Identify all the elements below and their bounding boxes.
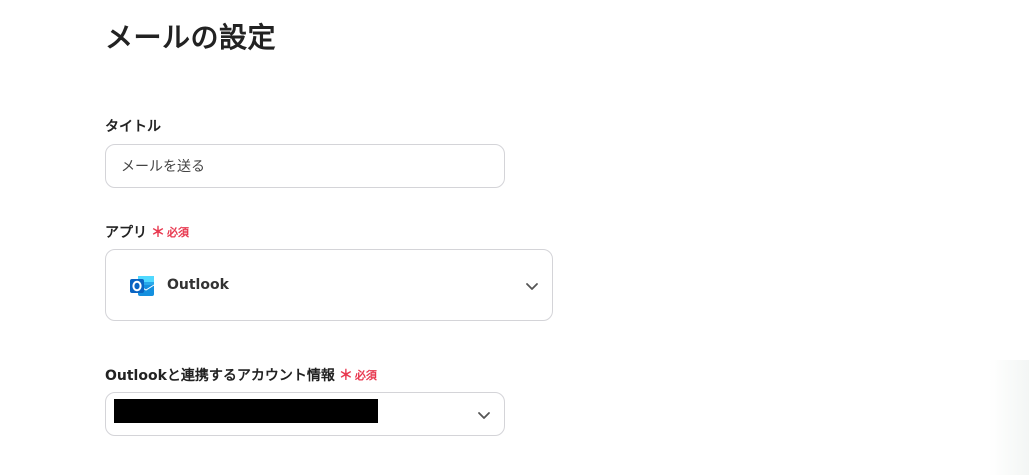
account-select[interactable]: [105, 392, 505, 436]
app-field-label-text: アプリ: [105, 225, 147, 241]
required-badge: ＊ 必須: [151, 222, 189, 242]
app-select[interactable]: Outlook: [105, 249, 553, 321]
mail-settings-page: メールの設定 タイトル アプリ ＊ 必須 Outlook Ou: [0, 0, 1029, 475]
title-input[interactable]: [105, 144, 505, 188]
required-badge: ＊ 必須: [339, 365, 377, 385]
app-field-label: アプリ ＊ 必須: [105, 222, 189, 242]
title-field-label-text: タイトル: [105, 119, 161, 135]
page-title: メールの設定: [105, 21, 277, 54]
required-text: 必須: [167, 226, 189, 239]
required-text: 必須: [354, 369, 377, 382]
required-asterisk: ＊: [151, 225, 165, 241]
edge-shadow: [989, 360, 1029, 475]
redacted-account-value: [114, 399, 378, 423]
selected-app-name: Outlook: [167, 277, 229, 293]
title-field-label: タイトル: [105, 116, 161, 136]
account-field-label: Outlookと連携するアカウント情報 ＊ 必須: [105, 365, 377, 385]
outlook-icon: [128, 271, 156, 299]
chevron-down-icon: [526, 283, 538, 290]
account-field-label-text: Outlookと連携するアカウント情報: [105, 368, 335, 384]
required-asterisk: ＊: [338, 368, 353, 384]
chevron-down-icon: [478, 412, 490, 419]
